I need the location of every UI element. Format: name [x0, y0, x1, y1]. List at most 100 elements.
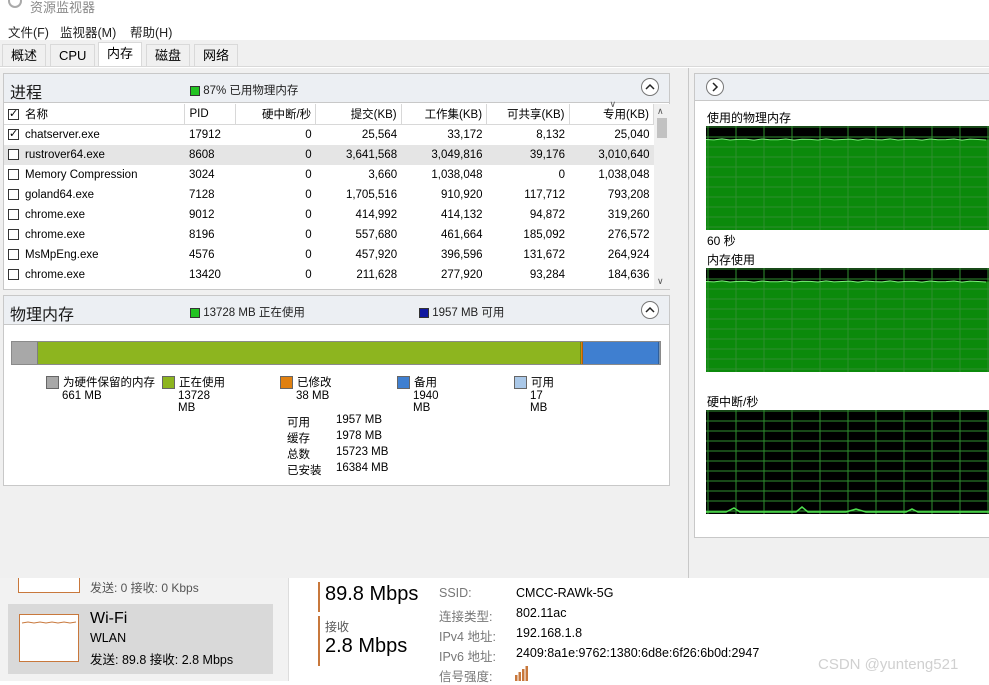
physical-memory-header[interactable]: 物理内存 13728 MB 正在使用 1957 MB 可用	[4, 296, 669, 325]
process-checkbox[interactable]	[8, 127, 19, 141]
graphs-header[interactable]	[695, 74, 989, 101]
col-shareable[interactable]: 可共享(KB)	[486, 104, 570, 125]
scroll-up-icon[interactable]: ∧	[657, 106, 664, 117]
shareable-cell: 93,284	[529, 269, 565, 281]
select-all-checkbox[interactable]	[8, 107, 19, 121]
stat-label: 缓存	[287, 433, 310, 445]
process-name: goland64.exe	[25, 189, 95, 201]
process-checkbox[interactable]	[8, 249, 19, 261]
table-row[interactable]: chrome.exe 8196 0 557,680 461,664 185,092 276,…	[4, 225, 654, 245]
table-row[interactable]: chrome.exe 9012 0 414,992 414,132 94,872 319,2…	[4, 205, 654, 225]
collapse-up-icon[interactable]	[641, 78, 659, 96]
tab-disk[interactable]: 磁盘	[146, 44, 191, 66]
col-private[interactable]: ∨ 专用(KB)	[569, 99, 654, 125]
process-name-cell[interactable]: chrome.exe	[4, 205, 185, 225]
title-bar: 资源监视器	[0, 0, 989, 14]
tab-memory[interactable]: 内存	[98, 42, 143, 66]
commit-cell: 25,564	[361, 129, 398, 141]
in-use-text: 13728 MB 正在使用	[203, 307, 305, 319]
expand-right-icon[interactable]	[706, 78, 724, 96]
usage-swatch	[190, 85, 200, 96]
process-checkbox[interactable]	[8, 189, 19, 201]
process-name-cell[interactable]: rustrover64.exe	[4, 145, 185, 165]
legend-swatch	[397, 376, 410, 390]
available-text: 1957 MB 可用	[432, 307, 505, 319]
processes-header[interactable]: 进程 87% 已用物理内存	[4, 74, 669, 103]
network-detail-value: 2409:8a1e:9762:1380:6d8e:6f26:6b0d:2947	[516, 646, 760, 660]
process-checkbox[interactable]	[8, 149, 19, 161]
commit-cell: 3,641,568	[315, 145, 402, 165]
tab-overview[interactable]: 概述	[2, 44, 47, 66]
process-name: chatserver.exe	[25, 129, 100, 141]
legend-swatch	[162, 376, 175, 390]
process-checkbox[interactable]	[8, 229, 19, 241]
process-name-cell[interactable]: chrome.exe	[4, 265, 185, 285]
col-commit[interactable]: 提交(KB)	[315, 104, 402, 125]
network-detail-value: 802.11ac	[516, 606, 567, 620]
process-checkbox[interactable]	[8, 269, 19, 281]
graph2-label: 内存使用	[707, 253, 756, 267]
network-detail-label: SSID:	[439, 586, 472, 600]
col-hard-faults[interactable]: 硬中断/秒	[235, 104, 317, 125]
tab-network[interactable]: 网络	[194, 44, 239, 66]
wifi-list-item[interactable]: Wi-Fi WLAN 发送: 89.8 接收: 2.8 Mbps	[8, 604, 273, 674]
legend-item: 为硬件保留的内存 661 MB	[46, 374, 155, 402]
table-row[interactable]: MsMpEng.exe 4576 0 457,920 396,596 131,672 264…	[4, 245, 654, 265]
legend-label: 正在使用	[179, 377, 225, 389]
wifi-subtitle: WLAN	[90, 631, 127, 645]
pid-cell: 13420	[188, 269, 221, 281]
physical-memory-pane: 物理内存 13728 MB 正在使用 1957 MB 可用 为硬件保留的内存 66…	[3, 295, 670, 486]
hard-faults-cell: 0	[305, 209, 312, 221]
private-cell: 793,208	[607, 189, 650, 201]
wifi-thumbnail-graph	[19, 614, 79, 662]
in-use-swatch	[190, 307, 200, 318]
col-working-set[interactable]: 工作集(KB)	[401, 104, 488, 125]
process-checkbox[interactable]	[8, 209, 19, 221]
hard-faults-cell: 0	[305, 189, 312, 201]
scroll-down-icon[interactable]: ∨	[657, 276, 664, 287]
process-name-cell[interactable]: chrome.exe	[4, 225, 185, 245]
col-pid[interactable]: PID	[184, 104, 236, 125]
process-name-cell[interactable]: Memory Compression	[4, 165, 185, 185]
col-name[interactable]: 名称	[4, 104, 186, 125]
process-name: chrome.exe	[25, 209, 86, 221]
pid-cell: 8196	[188, 229, 215, 241]
hard-faults-cell: 0	[305, 249, 312, 261]
table-row[interactable]: Memory Compression 3024 0 3,660 1,038,048 0 1,…	[4, 165, 654, 185]
private-cell: 184,636	[607, 269, 650, 281]
process-name-cell[interactable]: MsMpEng.exe	[4, 245, 185, 265]
prev-network-thumbnail[interactable]	[18, 578, 80, 593]
memory-usage-summary: 87% 已用物理内存	[190, 82, 298, 98]
recv-accent-bar	[318, 616, 320, 666]
legend-item: 正在使用 13728 MB	[162, 374, 225, 414]
hard-faults-cell: 0	[305, 229, 312, 241]
process-scrollbar[interactable]: ∧ ∨	[654, 104, 670, 289]
stat-value: 1978 MB	[336, 430, 383, 442]
hard-faults-cell: 0	[305, 169, 312, 181]
table-row[interactable]: chrome.exe 13420 0 211,628 277,920 93,284 184,…	[4, 265, 654, 285]
menu-file[interactable]: 文件(F)	[8, 22, 49, 41]
network-detail-label: IPv6 地址:	[439, 650, 496, 664]
legend-label: 已修改	[297, 377, 332, 389]
process-name-cell[interactable]: goland64.exe	[4, 185, 185, 205]
tab-cpu[interactable]: CPU	[50, 44, 96, 66]
process-checkbox[interactable]	[8, 169, 19, 181]
table-row[interactable]: chatserver.exe 17912 0 25,564 33,172 8,132 25,…	[4, 125, 654, 146]
prev-network-speed: 发送: 0 接收: 0 Kbps	[90, 581, 199, 595]
table-row[interactable]: rustrover64.exe 8608 0 3,641,568 3,049,816 39…	[4, 145, 654, 165]
menu-monitor[interactable]: 监视器(M)	[60, 22, 116, 41]
menu-help[interactable]: 帮助(H)	[130, 22, 172, 41]
legend-value: 1940 MB	[413, 390, 439, 414]
legend-item: 可用 17 MB	[514, 374, 554, 414]
table-header-row: 名称 PID 硬中断/秒 提交(KB) 工作集(KB) 可共享(KB) ∨专用(…	[4, 99, 654, 125]
signal-strength-icon	[515, 664, 531, 684]
table-row[interactable]: goland64.exe 7128 0 1,705,516 910,920 117,712…	[4, 185, 654, 205]
process-name-cell[interactable]: chatserver.exe	[4, 125, 185, 146]
legend-item: 已修改 38 MB	[280, 374, 332, 402]
recv-value: 2.8 Mbps	[325, 635, 408, 657]
private-cell: 1,038,048	[598, 169, 650, 181]
collapse-up-icon[interactable]	[641, 301, 659, 319]
working-set-cell: 277,920	[440, 269, 483, 281]
usage-text: 87% 已用物理内存	[203, 85, 299, 97]
scroll-thumb[interactable]	[657, 118, 667, 138]
